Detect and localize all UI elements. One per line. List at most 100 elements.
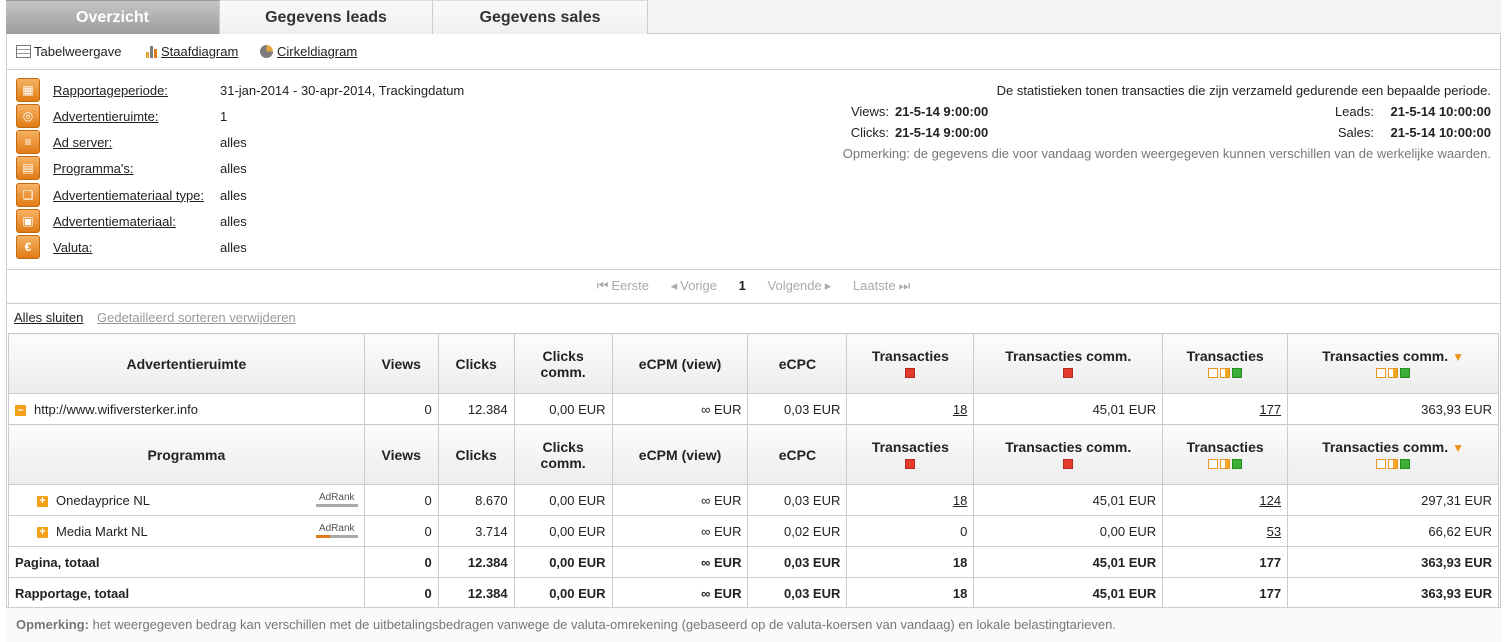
pager-next-label: Volgende (767, 278, 822, 293)
col-header-transactions-comm-open[interactable]: Transacties comm. ▼ (1287, 424, 1499, 485)
header-label: Transacties (1186, 438, 1264, 455)
sales-value: 21-5-14 10:00:00 (1390, 125, 1491, 140)
header-row-program: Programma Views Clicks Clicks comm. eCPM… (8, 424, 1499, 485)
view-pie-label: Cirkeldiagram (277, 44, 358, 59)
tab-overzicht[interactable]: Overzicht (6, 0, 220, 34)
filter-row-programs: ▤ Programma's: alles (16, 156, 247, 180)
filter-row-adserver: ≡ Ad server: alles (16, 130, 247, 154)
col-header-views[interactable]: Views (363, 333, 439, 394)
view-pie-button[interactable]: Cirkeldiagram (260, 44, 357, 59)
status-open-icon (1376, 367, 1387, 378)
filter-row-material-type: ❏ Advertentiemateriaal type: alles (16, 183, 247, 207)
adspace-cell[interactable]: – http://www.wifiversterker.info (8, 393, 365, 425)
col-header-transactions-comm-rejected[interactable]: Transacties comm. (973, 424, 1164, 485)
view-bar-button[interactable]: Staafdiagram (146, 44, 238, 59)
col-header-transactions-open[interactable]: Transacties (1162, 424, 1289, 485)
sales-label: Sales: (1337, 125, 1374, 140)
tab-gegevens-leads[interactable]: Gegevens leads (220, 0, 433, 34)
status-rejected-icon (905, 367, 916, 378)
col-header-views[interactable]: Views (363, 424, 439, 485)
expand-icon[interactable]: + (37, 526, 48, 538)
remove-detailed-sort-link[interactable]: Gedetailleerd sorteren verwijderen (97, 310, 296, 325)
col-header-ecpc[interactable]: eCPC (747, 424, 848, 485)
adrank-fill (315, 534, 331, 538)
filter-value: alles (220, 134, 247, 150)
col-header-transactions-comm-rejected[interactable]: Transacties comm. (973, 333, 1164, 394)
transactions-link[interactable]: 18 (953, 402, 967, 417)
program-name: Media Markt NL (56, 523, 148, 539)
close-all-link[interactable]: Alles sluiten (14, 310, 83, 325)
pagination: ⏮ Eerste ◂ Vorige 1 Volgende ▸ Laatste ⏭ (6, 270, 1501, 304)
pager-prev[interactable]: ◂ Vorige (671, 278, 717, 293)
cell-transactions-comm: 45,01 EUR (973, 546, 1164, 578)
filter-label[interactable]: Advertentiemateriaal type: (53, 188, 220, 203)
stats-intro: De statistieken tonen transacties die zi… (996, 83, 1491, 98)
euro-icon: € (16, 235, 40, 259)
adrank-badge: AdRank (315, 523, 358, 538)
cell-ecpm: ∞ EUR (611, 577, 749, 609)
cell-ecpm: ∞ EUR (611, 515, 749, 547)
program-cell[interactable]: + Onedayprice NL AdRank (8, 484, 365, 516)
page-total-row: Pagina, totaal 0 12.384 0,00 EUR ∞ EUR 0… (8, 546, 1499, 578)
bottom-note: Opmerking: het weergegeven bedrag kan ve… (6, 607, 1501, 642)
col-header-ecpc[interactable]: eCPC (747, 333, 848, 394)
bottom-note-text: het weergegeven bedrag kan verschillen m… (88, 617, 1116, 632)
cell-ecpc: 0,03 EUR (747, 393, 848, 425)
leads-value: 21-5-14 10:00:00 (1390, 104, 1491, 119)
col-header-transactions-rejected[interactable]: Transacties (846, 424, 975, 485)
collapse-icon[interactable]: – (15, 404, 26, 416)
transactions-link[interactable]: 53 (1267, 524, 1281, 539)
transactions-link[interactable]: 177 (1259, 402, 1281, 417)
col-header-program[interactable]: Programma (8, 424, 365, 485)
transactions-link[interactable]: 18 (953, 493, 967, 508)
transactions-link[interactable]: 124 (1259, 493, 1281, 508)
col-header-clicks-comm[interactable]: Clicks comm. (513, 333, 613, 394)
cell-transactions-2: 124 (1162, 484, 1289, 516)
filter-label[interactable]: Rapportageperiode: (53, 83, 220, 98)
col-header-clicks-comm[interactable]: Clicks comm. (513, 424, 613, 485)
expand-icon[interactable]: + (37, 495, 48, 507)
col-header-clicks[interactable]: Clicks (437, 333, 515, 394)
tab-gegevens-sales[interactable]: Gegevens sales (433, 0, 648, 34)
header-label: Transacties (1186, 347, 1264, 364)
cell-views: 0 (363, 577, 439, 609)
cell-transactions: 18 (846, 546, 975, 578)
filter-label[interactable]: Ad server: (53, 135, 220, 150)
filter-value: 31-jan-2014 - 30-apr-2014, Trackingdatum (220, 82, 465, 98)
cell-clicks: 12.384 (437, 546, 515, 578)
col-header-transactions-open[interactable]: Transacties (1162, 333, 1289, 394)
pager-first[interactable]: ⏮ Eerste (597, 278, 649, 293)
stats-note: Opmerking: de gegevens die voor vandaag … (842, 146, 1491, 161)
adserver-icon: ≡ (16, 130, 40, 154)
cell-ecpm: ∞ EUR (611, 393, 749, 425)
filter-value: alles (220, 213, 247, 229)
cell-clicks: 8.670 (437, 484, 515, 516)
filter-row-currency: € Valuta: alles (16, 235, 247, 259)
filter-value: 1 (220, 108, 228, 124)
adspace-row: – http://www.wifiversterker.info 0 12.384… (8, 393, 1499, 425)
view-table-button[interactable]: Tabelweergave (16, 44, 121, 59)
cell-transactions-comm-2: 297,31 EUR (1287, 484, 1499, 516)
col-header-ecpm[interactable]: eCPM (view) (611, 333, 749, 394)
status-pending-icon (1220, 367, 1231, 378)
filter-label[interactable]: Programma's: (53, 161, 220, 176)
header-label: Transacties comm. (1322, 347, 1449, 364)
header-row-adspace: Advertentieruimte Views Clicks Clicks co… (8, 333, 1499, 394)
stats-row-clicks-sales: Clicks: 21-5-14 9:00:00 Sales: 21-5-14 1… (771, 122, 1491, 143)
cell-transactions-comm-2: 363,93 EUR (1287, 577, 1499, 609)
program-cell[interactable]: + Media Markt NL AdRank (8, 515, 365, 547)
clicks-value: 21-5-14 9:00:00 (895, 125, 989, 140)
col-header-ecpm[interactable]: eCPM (view) (611, 424, 749, 485)
pager-last[interactable]: Laatste ⏭ (853, 278, 910, 293)
pie-chart-icon (260, 45, 273, 58)
filter-label[interactable]: Advertentieruimte: (53, 109, 220, 124)
col-header-clicks[interactable]: Clicks (437, 424, 515, 485)
report-filters: ▦ Rapportageperiode: 31-jan-2014 - 30-ap… (6, 70, 1501, 270)
filter-label[interactable]: Advertentiemateriaal: (53, 214, 220, 229)
col-header-transactions-comm-open[interactable]: Transacties comm. ▼ (1287, 333, 1499, 394)
program-row: + Onedayprice NL AdRank 0 8.670 0,00 EUR ∞… (8, 484, 1499, 516)
filter-label[interactable]: Valuta: (53, 240, 220, 255)
col-header-adspace[interactable]: Advertentieruimte (8, 333, 365, 394)
col-header-transactions-rejected[interactable]: Transacties (846, 333, 975, 394)
pager-next[interactable]: Volgende ▸ (768, 278, 832, 293)
